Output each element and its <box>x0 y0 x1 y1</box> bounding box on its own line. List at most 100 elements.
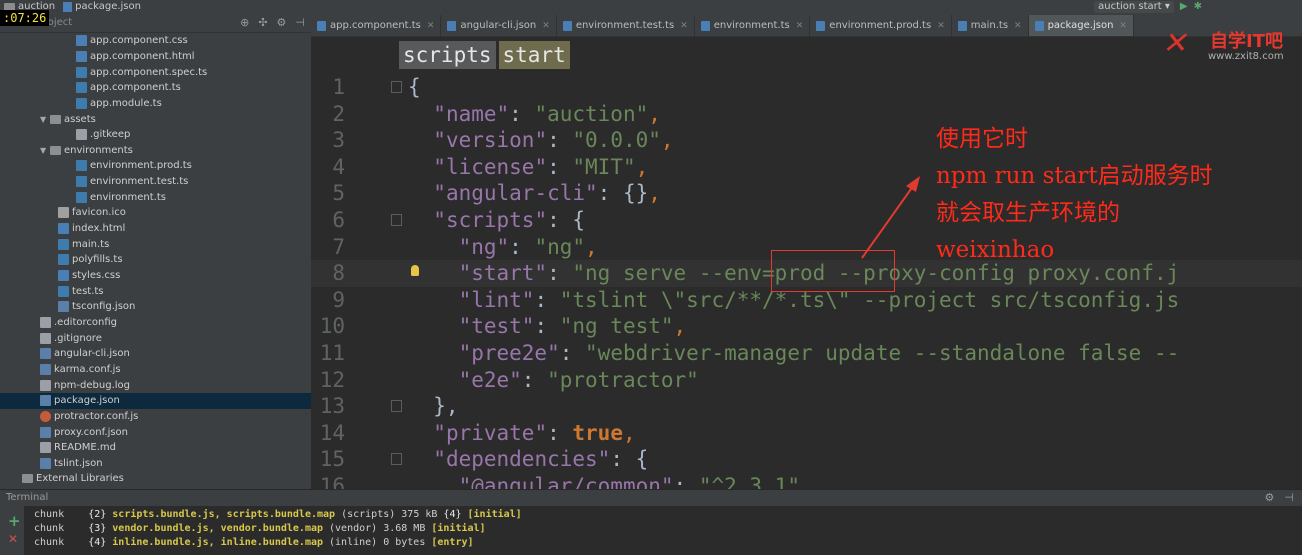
html-file-icon <box>58 223 69 235</box>
code-line[interactable]: 12 "e2e": "protractor" <box>311 367 1302 394</box>
file-icon <box>40 379 51 391</box>
editor-tab[interactable]: app.component.ts ✕ <box>311 15 442 36</box>
settings-icon[interactable]: ⚙ <box>277 16 287 29</box>
tree-item[interactable]: External Libraries <box>0 471 311 487</box>
close-session-icon[interactable]: ✕ <box>8 532 18 546</box>
tree-item-label: environment.prod.ts <box>90 160 192 172</box>
terminal-token: (vendor) 3.68 MB <box>323 523 432 534</box>
tree-item[interactable]: ▼ environments <box>0 143 311 159</box>
terminal-settings-icon[interactable]: ⚙ <box>1265 491 1275 504</box>
tree-item-label: index.html <box>72 223 126 235</box>
tree-item[interactable]: test.ts <box>0 283 311 299</box>
editor-tab[interactable]: environment.prod.ts ✕ <box>810 15 952 36</box>
terminal-output[interactable]: + ✕ chunk {2} scripts.bundle.js, scripts… <box>0 506 1302 555</box>
tree-item[interactable]: npm-debug.log <box>0 377 311 393</box>
code-line[interactable]: 13 }, <box>311 393 1302 420</box>
code-line[interactable]: 1{ <box>311 74 1302 101</box>
tree-item[interactable]: app.module.ts <box>0 96 311 112</box>
tree-item[interactable]: index.html <box>0 221 311 237</box>
tree-item-label: tsconfig.json <box>72 301 136 313</box>
tree-item[interactable]: app.component.spec.ts <box>0 64 311 80</box>
code-line[interactable]: 10 "test": "ng test", <box>311 313 1302 340</box>
tree-item[interactable]: tslint.json <box>0 456 311 472</box>
tree-item[interactable]: environment.prod.ts <box>0 158 311 174</box>
terminal-hide-icon[interactable]: ⊣ <box>1284 491 1294 504</box>
fold-marker-icon[interactable] <box>391 400 402 413</box>
code-line[interactable]: 14 "private": true, <box>311 420 1302 447</box>
tree-item[interactable]: environment.test.ts <box>0 174 311 190</box>
tree-item[interactable]: .editorconfig <box>0 315 311 331</box>
tree-item-label: .gitkeep <box>90 129 131 141</box>
tree-item[interactable]: README.md <box>0 440 311 456</box>
breadcrumb-start[interactable]: start <box>498 41 570 69</box>
line-number: 6 <box>332 208 345 232</box>
tab-label: environment.test.ts <box>575 20 675 31</box>
tree-item-label: tslint.json <box>54 457 103 469</box>
tree-item[interactable]: environment.ts <box>0 190 311 206</box>
editor-tab[interactable]: environment.test.ts ✕ <box>557 15 695 36</box>
sync-icon[interactable]: ⊕ <box>240 16 249 29</box>
tree-item[interactable]: styles.css <box>0 268 311 284</box>
ts-file-icon <box>58 254 69 266</box>
code-text: "@angular/common": "^2.3.1" <box>408 473 800 489</box>
tree-item[interactable]: app.component.ts <box>0 80 311 96</box>
tree-item[interactable]: app.component.css <box>0 33 311 49</box>
editor-tab[interactable]: package.json ✕ <box>1028 15 1134 36</box>
tree-item[interactable]: tsconfig.json <box>0 299 311 315</box>
code-token: "MIT" <box>572 154 636 179</box>
close-tab-icon[interactable]: ✕ <box>542 21 550 31</box>
terminal-token: [initial] <box>467 509 522 520</box>
close-tab-icon[interactable]: ✕ <box>1119 21 1127 31</box>
close-tab-icon[interactable]: ✕ <box>796 21 804 31</box>
tree-item-label: External Libraries <box>36 473 124 485</box>
run-toolbar: auction start ▾ ▶ ✱ <box>1094 0 1202 13</box>
tree-item-label: app.module.ts <box>90 97 162 109</box>
tree-item[interactable]: polyfills.ts <box>0 252 311 268</box>
run-icon[interactable]: ▶ <box>1180 1 1188 12</box>
editor-tab[interactable]: angular-cli.json ✕ <box>441 15 557 36</box>
code-line[interactable]: 15 "dependencies": { <box>311 446 1302 473</box>
code-token: , <box>673 314 687 339</box>
expand-arrow-icon[interactable]: ▼ <box>40 115 50 124</box>
tree-item[interactable]: proxy.conf.json <box>0 424 311 440</box>
code-text: { <box>408 74 421 101</box>
tree-item[interactable]: main.ts <box>0 236 311 252</box>
tree-item[interactable]: karma.conf.js <box>0 362 311 378</box>
tree-item[interactable]: .gitkeep <box>0 127 311 143</box>
tree-item[interactable]: ▼ assets <box>0 111 311 127</box>
new-session-icon[interactable]: + <box>8 512 21 530</box>
tree-item[interactable]: package.json <box>0 392 311 409</box>
code-line[interactable]: 11 "pree2e": "webdriver-manager update -… <box>311 340 1302 367</box>
tree-item[interactable]: favicon.ico <box>0 205 311 221</box>
breadcrumb-file[interactable]: package.json <box>59 1 145 12</box>
close-tab-icon[interactable]: ✕ <box>1014 21 1022 31</box>
close-tab-icon[interactable]: ✕ <box>937 21 945 31</box>
tree-item[interactable]: .gitignore <box>0 330 311 346</box>
tree-item[interactable]: protractor.conf.js <box>0 409 311 425</box>
run-config-select[interactable]: auction start ▾ <box>1094 0 1174 13</box>
fold-marker-icon[interactable] <box>391 214 402 226</box>
code-token: : <box>509 101 535 126</box>
file-icon <box>40 442 51 454</box>
code-token: { <box>408 75 421 99</box>
fold-marker-icon[interactable] <box>391 453 402 466</box>
terminal-title[interactable]: Terminal <box>6 492 48 503</box>
editor-tab[interactable]: main.ts ✕ <box>952 15 1029 36</box>
editor-tab[interactable]: environment.ts ✕ <box>695 15 811 36</box>
tree-item[interactable]: angular-cli.json <box>0 346 311 362</box>
breadcrumb-scripts[interactable]: scripts <box>399 41 496 69</box>
tree-item[interactable]: app.component.html <box>0 49 311 65</box>
fold-marker-icon[interactable] <box>391 81 402 93</box>
close-tab-icon[interactable]: ✕ <box>680 21 688 31</box>
code-line[interactable]: 16 "@angular/common": "^2.3.1" <box>311 473 1302 489</box>
hide-icon[interactable]: ⊣ <box>295 16 305 29</box>
expand-arrow-icon[interactable]: ▼ <box>40 146 50 155</box>
code-text: "dependencies": { <box>408 446 648 473</box>
file-type-icon <box>1034 20 1044 31</box>
debug-icon[interactable]: ✱ <box>1194 1 1202 12</box>
collapse-icon[interactable]: ✣ <box>258 16 267 29</box>
code-token: , <box>660 128 674 153</box>
code-token: "private" <box>433 420 548 445</box>
close-tab-icon[interactable]: ✕ <box>427 21 435 31</box>
